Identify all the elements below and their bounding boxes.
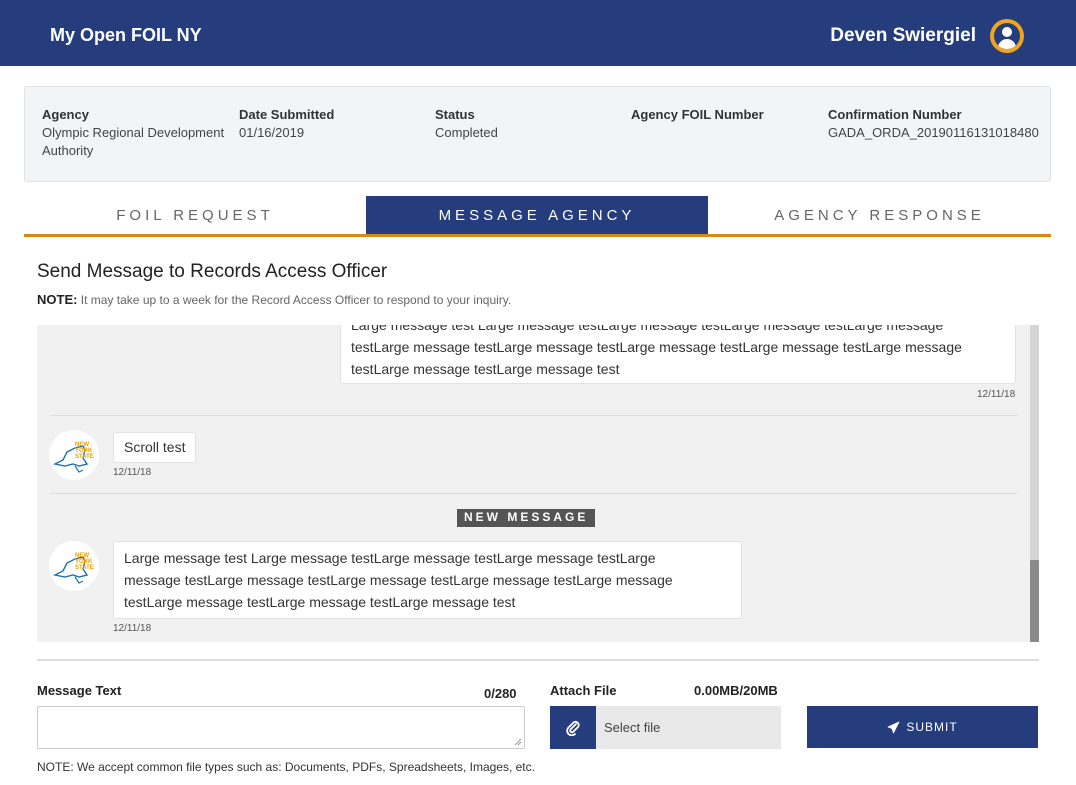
- user-name[interactable]: Deven Swiergiel: [830, 25, 976, 47]
- incoming-message-time: 12/11/18: [113, 467, 152, 478]
- agency-field: Agency Olympic Regional Development Auth…: [42, 107, 237, 160]
- tab-bar: FOIL REQUEST MESSAGE AGENCY AGENCY RESPO…: [24, 196, 1051, 237]
- status-label: Status: [435, 107, 475, 122]
- paperclip-icon: [566, 720, 580, 736]
- character-counter: 0/280: [484, 686, 517, 701]
- agency-foil-number-label: Agency FOIL Number: [631, 107, 764, 122]
- agency-value: Olympic Regional Development Authority: [42, 125, 225, 158]
- incoming-message-bubble: Large message test Large message testLar…: [113, 541, 742, 619]
- attach-file-label: Attach File: [550, 683, 617, 698]
- message-text-label: Message Text: [37, 683, 122, 698]
- resize-handle-icon[interactable]: [514, 738, 522, 746]
- confirmation-number-field: Confirmation Number GADA_ORDA_2019011613…: [828, 107, 1043, 142]
- message-thread[interactable]: Large message test Large message testLar…: [37, 325, 1039, 642]
- incoming-message-bubble: Scroll test: [113, 432, 197, 463]
- paper-plane-icon: [887, 721, 900, 733]
- status-field: Status Completed: [435, 107, 595, 142]
- date-submitted-value: 01/16/2019: [239, 125, 305, 140]
- top-navigation-bar: My Open FOIL NY Deven Swiergiel: [0, 0, 1076, 66]
- date-submitted-label: Date Submitted: [239, 107, 335, 122]
- nys-logo-text: NEW YORK STATE: [75, 553, 94, 571]
- nys-logo-icon: NEW YORK STATE: [49, 541, 99, 591]
- incoming-message-line: Large message test Large message testLar…: [124, 550, 656, 566]
- app-title[interactable]: My Open FOIL NY: [50, 25, 202, 46]
- scrollbar-thumb[interactable]: [1030, 560, 1039, 642]
- outgoing-message-time: 12/11/18: [977, 389, 1016, 400]
- thread-scrollbar[interactable]: [1030, 325, 1039, 642]
- confirmation-number-value: GADA_ORDA_20190116131018480: [828, 125, 1039, 140]
- tab-message-agency[interactable]: MESSAGE AGENCY: [366, 196, 708, 234]
- message-divider: [50, 415, 1018, 416]
- user-avatar-icon[interactable]: [990, 19, 1024, 53]
- outgoing-message-line: testLarge message testLarge message test: [351, 361, 620, 377]
- note-prefix: NOTE:: [37, 292, 78, 307]
- nys-logo-icon: NEW YORK STATE: [49, 430, 99, 480]
- agency-label: Agency: [42, 107, 89, 122]
- tab-foil-request[interactable]: FOIL REQUEST: [24, 196, 366, 234]
- select-file-field[interactable]: Select file: [596, 706, 781, 749]
- submit-label: SUBMIT: [906, 720, 958, 734]
- request-info-card: Agency Olympic Regional Development Auth…: [24, 86, 1051, 182]
- compose-divider: [37, 659, 1039, 661]
- submit-button[interactable]: SUBMIT: [807, 706, 1038, 748]
- nys-logo-text: NEW YORK STATE: [75, 442, 94, 460]
- attach-file-button[interactable]: [550, 706, 596, 749]
- agency-foil-number-field: Agency FOIL Number: [631, 107, 811, 124]
- date-submitted-field: Date Submitted 01/16/2019: [239, 107, 399, 142]
- section-title: Send Message to Records Access Officer: [37, 261, 388, 282]
- section-note: NOTE: It may take up to a week for the R…: [37, 292, 511, 307]
- file-size-limit: 0.00MB/20MB: [694, 683, 778, 698]
- outgoing-message-bubble: Large message test Large message testLar…: [340, 325, 1016, 384]
- status-value: Completed: [435, 125, 498, 140]
- message-text-input[interactable]: [37, 706, 525, 749]
- incoming-message-line: testLarge message testLarge message test…: [124, 594, 516, 610]
- outgoing-message-line: Large message test Large message testLar…: [351, 325, 944, 333]
- outgoing-message-line: testLarge message testLarge message test…: [351, 339, 962, 355]
- tab-agency-response[interactable]: AGENCY RESPONSE: [708, 196, 1051, 234]
- note-text: It may take up to a week for the Record …: [80, 293, 512, 307]
- message-divider: [50, 493, 1018, 494]
- incoming-message-time: 12/11/18: [113, 623, 152, 634]
- confirmation-number-label: Confirmation Number: [828, 107, 962, 122]
- file-types-note: NOTE: We accept common file types such a…: [37, 760, 535, 774]
- new-message-badge: NEW MESSAGE: [457, 509, 596, 527]
- incoming-message-line: message testLarge message testLarge mess…: [124, 572, 673, 588]
